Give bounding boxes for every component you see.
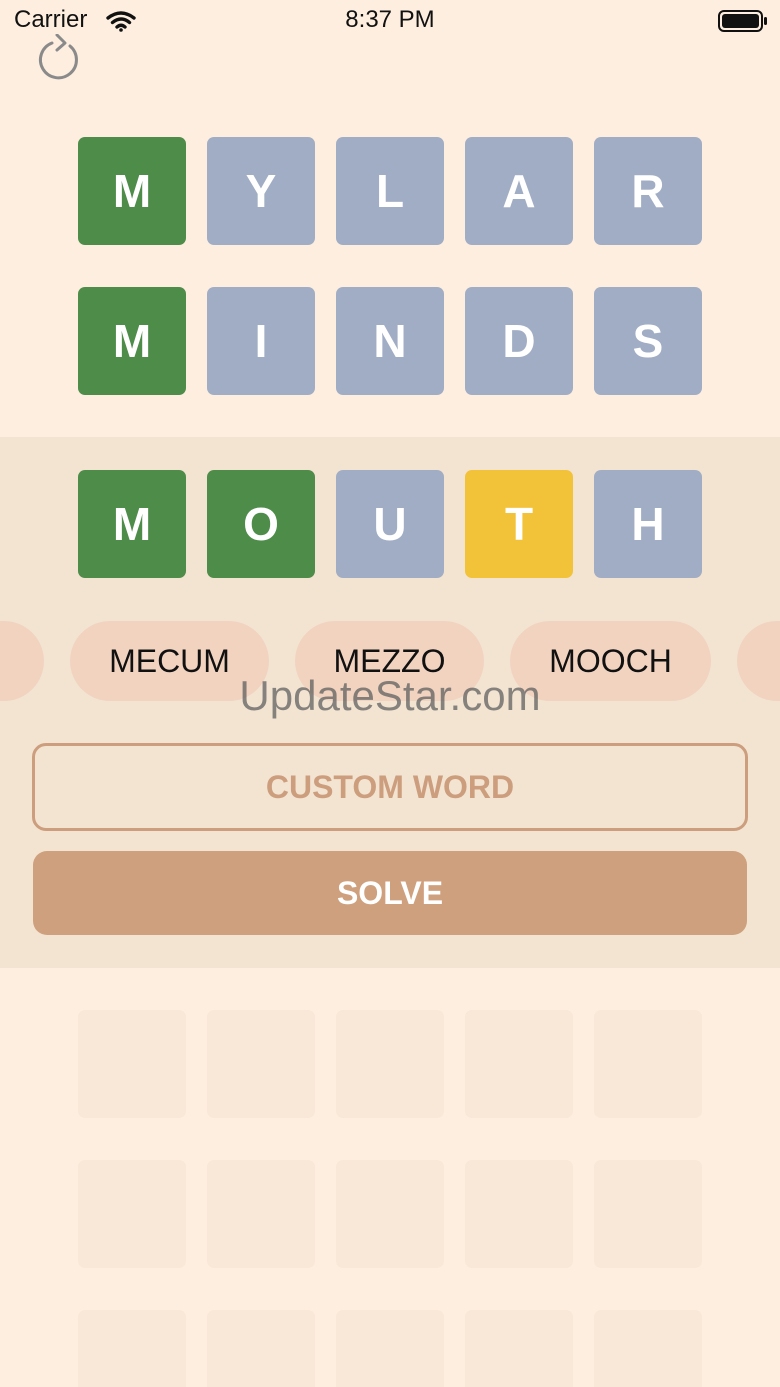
empty-tile: [336, 1310, 444, 1387]
guess-row-1: M Y L A R: [78, 137, 702, 245]
empty-tile: [336, 1010, 444, 1118]
letter-tile[interactable]: A: [465, 137, 573, 245]
letter-tile[interactable]: N: [336, 287, 444, 395]
empty-tile: [207, 1160, 315, 1268]
battery-icon: [718, 10, 767, 32]
letter-tile[interactable]: D: [465, 287, 573, 395]
empty-tile: [465, 1010, 573, 1118]
empty-row: [78, 1010, 702, 1118]
letter-tile[interactable]: H: [594, 470, 702, 578]
letter-tile[interactable]: U: [336, 470, 444, 578]
empty-tile: [465, 1310, 573, 1387]
empty-tile: [207, 1010, 315, 1118]
watermark: UpdateStar.com: [239, 672, 541, 719]
empty-tile: [78, 1010, 186, 1118]
refresh-icon: [38, 33, 78, 80]
empty-tile: [465, 1160, 573, 1268]
empty-tile: [594, 1010, 702, 1118]
empty-row: [78, 1310, 702, 1387]
letter-tile[interactable]: M: [78, 470, 186, 578]
empty-tile: [78, 1160, 186, 1268]
letter-tile[interactable]: M: [78, 287, 186, 395]
letter-tile[interactable]: I: [207, 287, 315, 395]
letter-tile[interactable]: O: [207, 470, 315, 578]
empty-tile: [207, 1310, 315, 1387]
empty-tile: [78, 1310, 186, 1387]
letter-tile[interactable]: M: [78, 137, 186, 245]
empty-row: [78, 1160, 702, 1268]
empty-tile: [336, 1160, 444, 1268]
solve-button[interactable]: SOLVE: [33, 851, 747, 935]
letter-tile[interactable]: R: [594, 137, 702, 245]
letter-tile[interactable]: Y: [207, 137, 315, 245]
empty-tile: [594, 1160, 702, 1268]
letter-tile[interactable]: S: [594, 287, 702, 395]
custom-word-input[interactable]: [32, 743, 748, 831]
reset-button[interactable]: [34, 33, 86, 86]
guess-row-3: M O U T H: [78, 470, 702, 578]
empty-tile: [594, 1310, 702, 1387]
letter-tile[interactable]: T: [465, 470, 573, 578]
status-bar: Carrier 8:37 PM: [0, 0, 780, 44]
clock-label: 8:37 PM: [345, 6, 435, 33]
guess-row-2: M I N D S: [78, 287, 702, 395]
letter-tile[interactable]: L: [336, 137, 444, 245]
